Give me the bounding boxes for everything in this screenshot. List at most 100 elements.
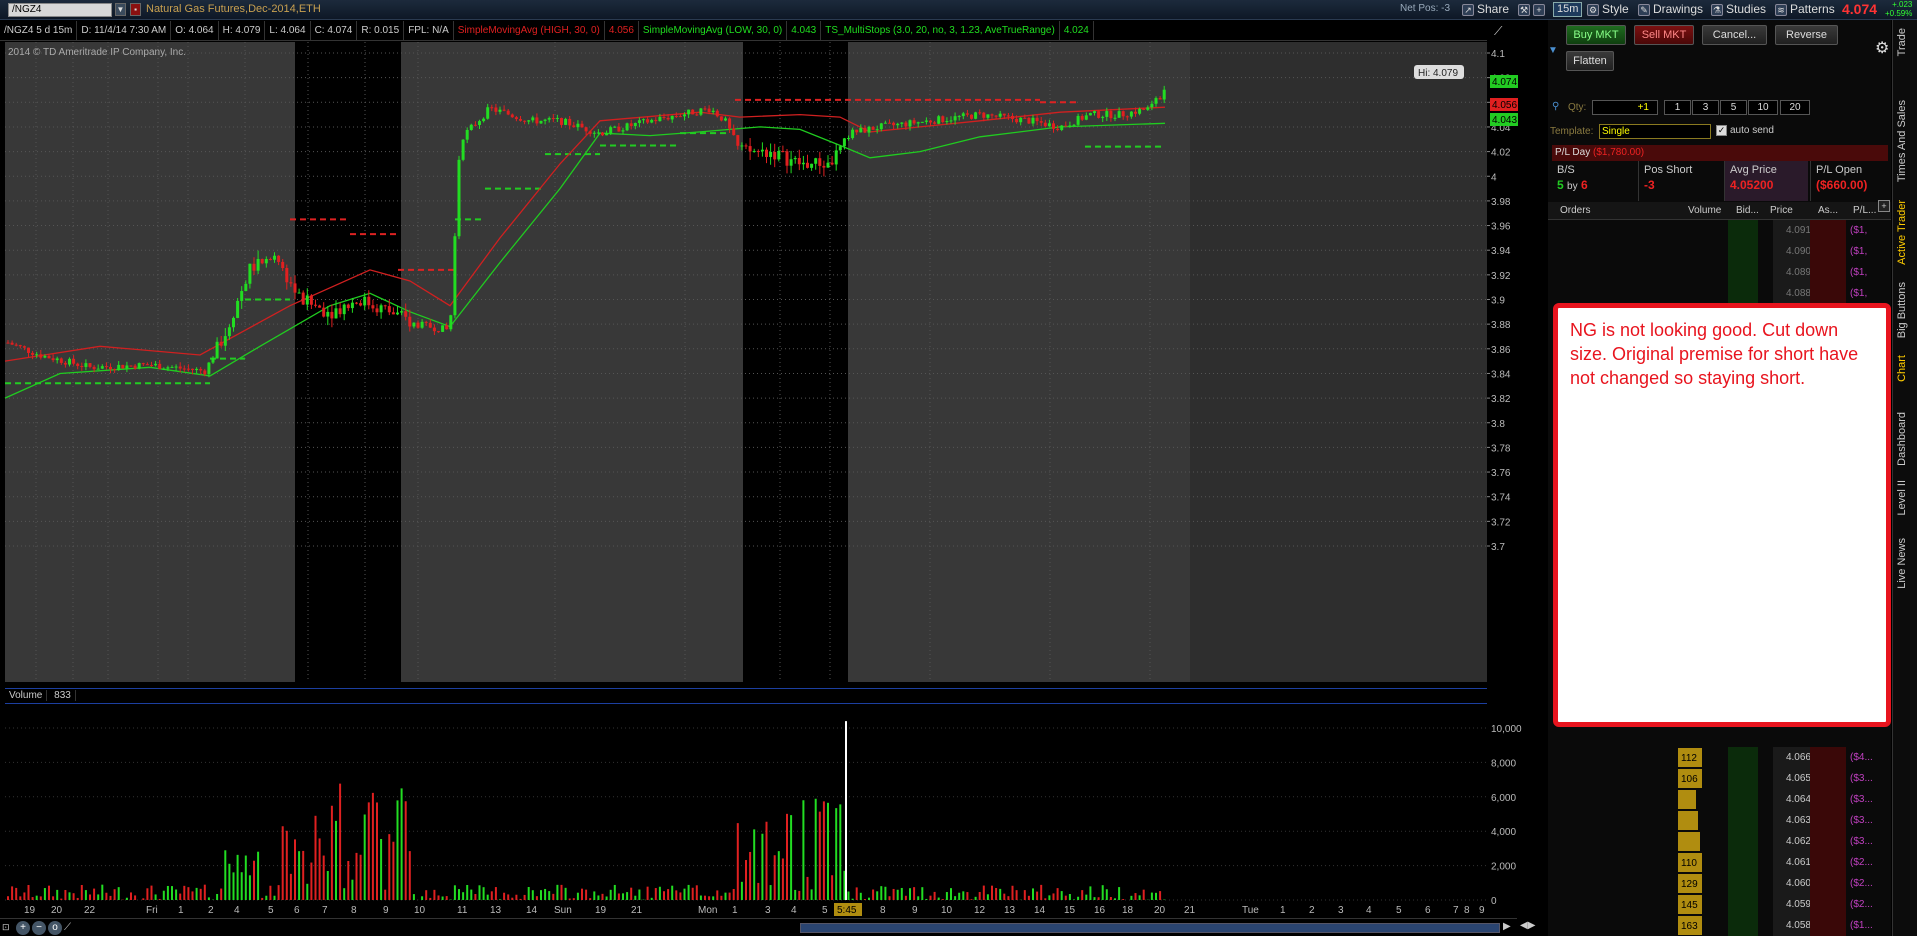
col-bid[interactable]: Bid... [1736, 202, 1759, 220]
ask-cell[interactable] [1810, 283, 1846, 304]
candle-body [933, 122, 937, 124]
expand-icon[interactable]: ⊡ [2, 922, 14, 934]
flatten-button[interactable]: Flatten [1566, 51, 1614, 71]
timeframe-button[interactable]: 15m [1553, 2, 1583, 17]
settings-gear-icon[interactable]: ⚙ [1875, 38, 1889, 58]
scroll-thumb[interactable] [800, 923, 1500, 933]
bid-cell[interactable] [1728, 852, 1758, 873]
bid-cell[interactable] [1728, 894, 1758, 915]
side-tab-times-and-sales[interactable]: Times And Sales [1896, 100, 1908, 182]
ladder-bottom-row[interactable]: 4.064 ($3... [1548, 789, 1891, 810]
ladder-bottom-row[interactable]: 110 4.061 ($2... [1548, 852, 1891, 873]
ladder-bottom-row[interactable]: 112 4.066 ($4... [1548, 747, 1891, 768]
bid-cell[interactable] [1728, 220, 1758, 241]
study-multistops[interactable]: TS_MultiStops (3.0, 20, no, 3, 1.23, Ave… [821, 21, 1060, 41]
bid-cell[interactable] [1728, 873, 1758, 894]
col-pl[interactable]: P/L... [1853, 202, 1876, 220]
draw-line-icon[interactable]: ⟋ [64, 922, 76, 934]
ladder-bottom-row[interactable]: 106 4.065 ($3... [1548, 768, 1891, 789]
bid-cell[interactable] [1728, 915, 1758, 936]
ask-cell[interactable] [1810, 220, 1846, 241]
bid-cell[interactable] [1728, 810, 1758, 831]
price-chart[interactable]: 4.14.084.064.044.0243.983.963.943.923.93… [0, 41, 1548, 687]
symbol-input[interactable]: /NGZ4 [8, 3, 112, 17]
side-tab-active-trader[interactable]: Active Trader [1896, 200, 1908, 265]
ask-cell[interactable] [1810, 894, 1846, 915]
ask-cell[interactable] [1810, 915, 1846, 936]
ladder-bottom-row[interactable]: 4.062 ($3... [1548, 831, 1891, 852]
bid-cell[interactable] [1728, 831, 1758, 852]
col-price[interactable]: Price [1770, 202, 1793, 220]
collapse-icon[interactable]: ▼ [1548, 45, 1558, 56]
share-button[interactable]: ↗ Share [1462, 1, 1509, 18]
ask-cell[interactable] [1810, 241, 1846, 262]
ladder-bottom-row[interactable]: 129 4.060 ($2... [1548, 873, 1891, 894]
qty-preset-20[interactable]: 20 [1780, 100, 1810, 115]
chart-drawing-icon[interactable]: ⟋ [1494, 24, 1508, 38]
ladder-bottom-row[interactable]: 163 4.058 ($1... [1548, 915, 1891, 936]
side-tab-level-ii[interactable]: Level II [1896, 480, 1908, 515]
ladder-top-row[interactable]: 4.089 ($1, [1548, 262, 1891, 283]
reverse-button[interactable]: Reverse [1775, 25, 1838, 45]
bid-cell[interactable] [1728, 768, 1758, 789]
study-sma-low[interactable]: SimpleMovingAvg (LOW, 30, 0) [639, 21, 788, 41]
tools-button[interactable]: ⚒ + [1518, 1, 1545, 18]
ask-cell[interactable] [1810, 747, 1846, 768]
col-ask[interactable]: As... [1818, 202, 1838, 220]
side-tab-live-news[interactable]: Live News [1896, 538, 1908, 589]
side-tab-trade[interactable]: Trade [1896, 28, 1908, 56]
col-orders[interactable]: Orders [1560, 202, 1591, 220]
ask-cell[interactable] [1810, 789, 1846, 810]
crosshair-icon: + [1533, 3, 1545, 16]
ask-cell[interactable] [1810, 262, 1846, 283]
template-select[interactable]: Single [1599, 124, 1711, 139]
studies-button[interactable]: ⚗ Studies [1711, 1, 1766, 18]
patterns-button[interactable]: ≋ Patterns [1775, 1, 1835, 18]
side-tab-chart[interactable]: Chart [1896, 355, 1908, 382]
bid-cell[interactable] [1728, 283, 1758, 304]
zoom-reset-icon[interactable]: o [48, 921, 62, 935]
qty-preset-5[interactable]: 5 [1720, 100, 1747, 115]
ask-cell[interactable] [1810, 873, 1846, 894]
qty-input[interactable]: +1 [1592, 100, 1658, 115]
study-sma-high[interactable]: SimpleMovingAvg (HIGH, 30, 0) [454, 21, 605, 41]
side-tab-dashboard[interactable]: Dashboard [1896, 412, 1908, 466]
buy-mkt-button[interactable]: Buy MKT [1566, 25, 1626, 45]
zoom-in-icon[interactable]: + [16, 921, 30, 935]
ladder-top-row[interactable]: 4.091 ($1, [1548, 220, 1891, 241]
volume-chart[interactable]: 10,0008,0006,0004,0002,0000 19 20 22 Fri 1 2 4… [0, 704, 1548, 918]
ask-cell[interactable] [1810, 831, 1846, 852]
symbol-dropdown-icon[interactable]: ▼ [115, 3, 126, 16]
bid-cell[interactable] [1728, 747, 1758, 768]
qty-preset-10[interactable]: 10 [1748, 100, 1778, 115]
sell-mkt-button[interactable]: Sell MKT [1634, 25, 1694, 45]
candle-body [125, 365, 129, 369]
bid-cell[interactable] [1728, 789, 1758, 810]
ladder-expand-icon[interactable]: + [1878, 200, 1890, 212]
candle-body [715, 110, 719, 117]
candle-body [219, 341, 223, 346]
ladder-bottom-row[interactable]: 4.063 ($3... [1548, 810, 1891, 831]
qty-preset-3[interactable]: 3 [1692, 100, 1719, 115]
style-button[interactable]: ⚙ Style [1587, 1, 1629, 18]
ask-cell[interactable] [1810, 768, 1846, 789]
cancel-button[interactable]: Cancel... [1702, 25, 1767, 45]
scroll-right-icon[interactable]: ▶ [1503, 921, 1515, 935]
ladder-bottom-row[interactable]: 145 4.059 ($2... [1548, 894, 1891, 915]
scroll-both-icon[interactable]: ◀▶ [1520, 920, 1540, 934]
qty-preset-1[interactable]: 1 [1664, 100, 1691, 115]
bid-cell[interactable] [1728, 262, 1758, 283]
ladder-top-row[interactable]: 4.088 ($1, [1548, 283, 1891, 304]
ask-cell[interactable] [1810, 852, 1846, 873]
candle-body [650, 119, 654, 123]
zoom-out-icon[interactable]: − [32, 921, 46, 935]
ladder-top-row[interactable]: 4.090 ($1, [1548, 241, 1891, 262]
side-tab-big-buttons[interactable]: Big Buttons [1896, 282, 1908, 338]
drawings-button[interactable]: ✎ Drawings [1638, 1, 1703, 18]
auto-send-checkbox[interactable]: ✓ [1716, 125, 1727, 136]
bid-cell[interactable] [1728, 241, 1758, 262]
chart-scrollbar[interactable]: ⊡ + − o ⟋ ▶ [0, 918, 1517, 936]
symbol-link-icon[interactable]: ▪ [130, 3, 141, 16]
col-volume[interactable]: Volume [1688, 202, 1721, 220]
ask-cell[interactable] [1810, 810, 1846, 831]
